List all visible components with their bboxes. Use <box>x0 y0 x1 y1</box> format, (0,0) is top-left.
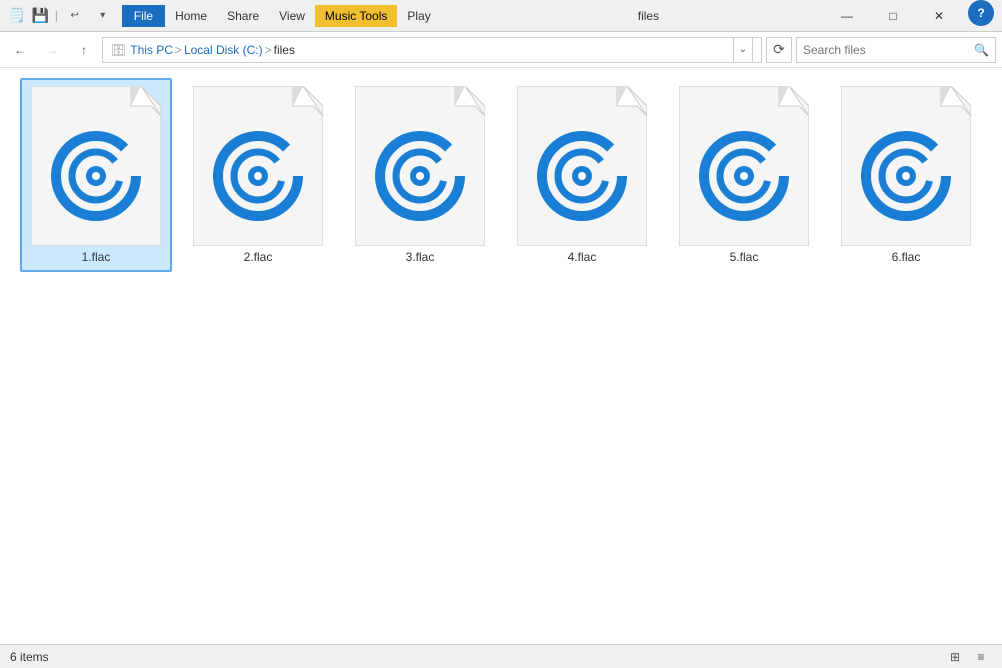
file-name: 3.flac <box>406 250 435 264</box>
file-item[interactable]: 5.flac <box>668 78 820 272</box>
file-icon <box>355 86 485 246</box>
search-icon: 🔍 <box>974 43 989 57</box>
file-item[interactable]: 4.flac <box>506 78 658 272</box>
tab-view[interactable]: View <box>269 5 315 27</box>
title-bar: 🗒️ 💾 | ↩ ▾ File Home Share View Music To… <box>0 0 1002 32</box>
content-area: 1.flac 2.flac <box>0 68 1002 644</box>
file-name: 5.flac <box>730 250 759 264</box>
ribbon-tabs: File Home Share View Music Tools Play <box>122 5 473 27</box>
address-box[interactable]: 🗄 This PC > Local Disk (C:) > files ⌄ <box>102 37 762 63</box>
address-chevron[interactable]: ⌄ <box>733 37 753 63</box>
quick-access-dropdown[interactable]: ▾ <box>92 5 114 27</box>
file-icon <box>193 86 323 246</box>
window-controls: — □ ✕ ? <box>824 0 994 32</box>
file-icon <box>841 86 971 246</box>
search-input[interactable] <box>803 43 974 57</box>
file-item[interactable]: 3.flac <box>344 78 496 272</box>
window-title: files <box>473 9 824 23</box>
tab-play[interactable]: Play <box>397 5 440 27</box>
file-item[interactable]: 6.flac <box>830 78 982 272</box>
breadcrumb-current: files <box>274 43 295 57</box>
file-icon <box>31 86 161 246</box>
file-grid: 1.flac 2.flac <box>20 78 982 272</box>
up-button[interactable]: ↑ <box>70 36 98 64</box>
address-bar: ← → ↑ 🗄 This PC > Local Disk (C:) > file… <box>0 32 1002 68</box>
quick-access-back[interactable]: ↩ <box>64 5 86 27</box>
large-icon-view-btn[interactable]: ⊞ <box>944 646 966 668</box>
breadcrumb-this-pc[interactable]: This PC <box>130 43 173 57</box>
tab-music-tools[interactable]: Music Tools <box>315 5 397 27</box>
file-item[interactable]: 1.flac <box>20 78 172 272</box>
file-icon <box>517 86 647 246</box>
tab-home[interactable]: Home <box>165 5 217 27</box>
file-name: 6.flac <box>892 250 921 264</box>
minimize-button[interactable]: — <box>824 0 870 32</box>
refresh-button[interactable]: ⟳ <box>766 37 792 63</box>
file-name: 4.flac <box>568 250 597 264</box>
file-icon <box>679 86 809 246</box>
forward-button[interactable]: → <box>38 36 66 64</box>
back-button[interactable]: ← <box>6 36 34 64</box>
maximize-button[interactable]: □ <box>870 0 916 32</box>
status-bar: 6 items ⊞ ≡ <box>0 644 1002 668</box>
view-controls: ⊞ ≡ <box>944 646 992 668</box>
file-name: 1.flac <box>82 250 111 264</box>
tab-file[interactable]: File <box>122 5 165 27</box>
breadcrumb-local-disk[interactable]: Local Disk (C:) <box>184 43 263 57</box>
item-count: 6 items <box>10 650 49 664</box>
help-button[interactable]: ? <box>968 0 994 26</box>
close-button[interactable]: ✕ <box>916 0 962 32</box>
search-box[interactable]: 🔍 <box>796 37 996 63</box>
app-icons: 🗒️ 💾 | ↩ ▾ <box>8 5 114 27</box>
detail-view-btn[interactable]: ≡ <box>970 646 992 668</box>
file-name: 2.flac <box>244 250 273 264</box>
file-item[interactable]: 2.flac <box>182 78 334 272</box>
tab-share[interactable]: Share <box>217 5 269 27</box>
